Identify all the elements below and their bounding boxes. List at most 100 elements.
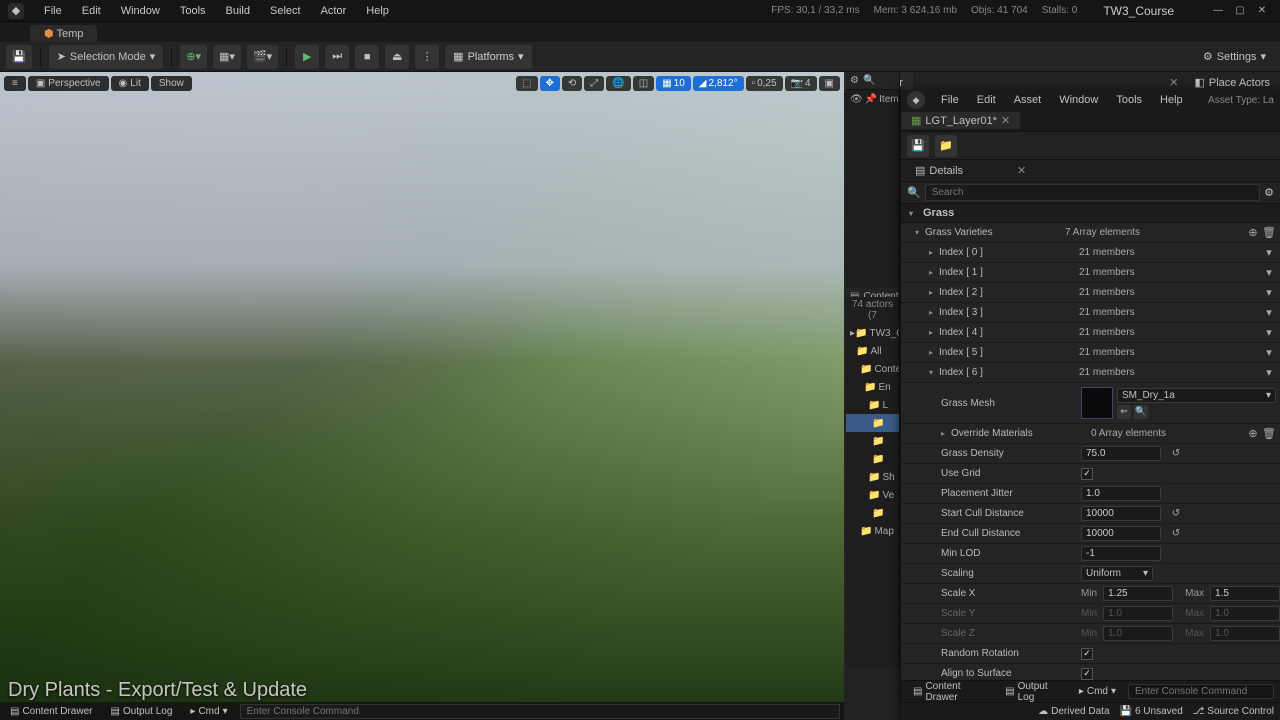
angle-snap-toggle[interactable]: ◢ 2,812° [693, 76, 744, 91]
settings-icon[interactable]: ⚙ [850, 75, 859, 86]
use-selected-button[interactable]: ⇐ [1117, 405, 1131, 419]
array-clear-button[interactable]: 🗑 [1262, 226, 1276, 240]
scaling-dropdown[interactable]: Uniform▾ [1081, 566, 1153, 581]
reset-button[interactable]: ↺ [1169, 507, 1183, 521]
element-menu-button[interactable]: ▾ [1262, 246, 1276, 260]
array-index-row[interactable]: ▸Index [ 2 ]21 members▾ [901, 283, 1280, 303]
cinematics-button[interactable]: 🎬▾ [247, 45, 278, 69]
cb-root-folder[interactable]: ▸📁TW3_Cou [846, 324, 899, 342]
ae-save-button[interactable]: 💾 [907, 135, 929, 157]
mesh-thumbnail[interactable] [1081, 387, 1113, 419]
cb-folder[interactable]: 📁 [846, 450, 899, 468]
play-options-button[interactable]: ⋮ [415, 45, 439, 69]
viewport-perspective-dropdown[interactable]: ▣ Perspective [28, 76, 109, 91]
menu-help[interactable]: Help [356, 5, 399, 17]
viewport-maximize-button[interactable]: ▣ [819, 76, 840, 91]
array-clear-button[interactable]: 🗑 [1262, 427, 1276, 441]
ae-menu-file[interactable]: File [933, 94, 967, 106]
unsaved-button[interactable]: 💾6 Unsaved [1120, 706, 1183, 717]
array-index-row[interactable]: ▸Index [ 3 ]21 members▾ [901, 303, 1280, 323]
ae-browse-button[interactable]: 📁 [935, 135, 957, 157]
transform-rotate-button[interactable]: ⟲ [562, 76, 582, 91]
expand-icon[interactable]: ▸ [941, 429, 951, 438]
ae-menu-asset[interactable]: Asset [1006, 94, 1050, 106]
ae-output-log-button[interactable]: ▤Output Log [999, 679, 1067, 705]
ae-content-drawer-button[interactable]: ▤Content Drawer [907, 679, 993, 705]
element-menu-button[interactable]: ▾ [1262, 366, 1276, 380]
expand-icon[interactable]: ▸ [929, 268, 939, 277]
collapse-icon[interactable]: ▾ [929, 368, 939, 377]
element-menu-button[interactable]: ▾ [1262, 266, 1276, 280]
save-button[interactable]: 💾 [6, 45, 32, 69]
array-index-row-expanded[interactable]: ▾Index [ 6 ]21 members▾ [901, 363, 1280, 383]
level-tab[interactable]: ⬢ Temp [30, 25, 97, 42]
source-control-button[interactable]: ⎇Source Control [1193, 706, 1274, 717]
filter-icon[interactable]: ⚙ [1264, 186, 1274, 199]
outliner-close-button[interactable]: ✕ [1163, 76, 1184, 89]
use-grid-checkbox[interactable] [1081, 468, 1093, 480]
viewport-show-dropdown[interactable]: Show [151, 76, 192, 91]
density-input[interactable] [1081, 446, 1161, 461]
window-maximize-icon[interactable]: ▢ [1230, 3, 1250, 19]
category-grass[interactable]: ▾Grass [901, 204, 1280, 223]
random-rotation-checkbox[interactable] [1081, 648, 1093, 660]
content-drawer-button[interactable]: ▤Content Drawer [4, 705, 98, 718]
window-close-icon[interactable]: ✕ [1252, 3, 1272, 19]
min-lod-input[interactable] [1081, 546, 1161, 561]
cb-folder[interactable]: 📁L [846, 396, 899, 414]
ae-menu-help[interactable]: Help [1152, 94, 1191, 106]
details-tab[interactable]: ▤ Details [907, 164, 971, 177]
scale-x-min-input[interactable] [1103, 586, 1173, 601]
output-log-button[interactable]: ▤Output Log [104, 705, 178, 718]
element-menu-button[interactable]: ▾ [1262, 346, 1276, 360]
cb-folder-selected[interactable]: 📁 [846, 414, 899, 432]
selection-mode-dropdown[interactable]: ➤ Selection Mode ▾ [49, 45, 164, 69]
element-menu-button[interactable]: ▾ [1262, 286, 1276, 300]
details-close-icon[interactable]: ✕ [1017, 164, 1026, 177]
expand-icon[interactable]: ▾ [915, 228, 925, 237]
coord-space-button[interactable]: 🌐 [606, 76, 630, 91]
mesh-asset-dropdown[interactable]: SM_Dry_1a▾ [1117, 388, 1276, 403]
cb-folder[interactable]: 📁Map [846, 522, 899, 540]
transform-scale-button[interactable]: ⤢ [584, 76, 604, 91]
ae-cmd-dropdown[interactable]: ▸Cmd ▾ [1073, 684, 1122, 699]
derived-data-button[interactable]: ☁Derived Data [1038, 706, 1109, 717]
outliner-col-header[interactable]: 👁 📌 Item [846, 90, 899, 108]
marketplace-button[interactable]: ▦▾ [213, 45, 241, 69]
array-index-row[interactable]: ▸Index [ 0 ]21 members▾ [901, 243, 1280, 263]
menu-window[interactable]: Window [111, 5, 170, 17]
array-add-button[interactable]: ⊕ [1246, 427, 1260, 441]
scale-snap-toggle[interactable]: ▫ 0,25 [746, 76, 783, 91]
cb-folder[interactable]: 📁Conte [846, 360, 899, 378]
viewport[interactable]: ≡ ▣ Perspective ◉ Lit Show ⬚ ✥ ⟲ ⤢ 🌐 ◫ ▦… [0, 72, 844, 720]
expand-icon[interactable]: ▸ [929, 248, 939, 257]
details-body[interactable]: ▾Grass ▾ Grass Varieties 7 Array element… [901, 204, 1280, 680]
menu-build[interactable]: Build [216, 5, 260, 17]
cb-folder[interactable]: 📁Ve [846, 486, 899, 504]
surface-snap-button[interactable]: ◫ [633, 76, 654, 91]
ae-menu-edit[interactable]: Edit [969, 94, 1004, 106]
align-surface-checkbox[interactable] [1081, 668, 1093, 680]
tab-close-icon[interactable]: ✕ [1001, 114, 1010, 127]
array-index-row[interactable]: ▸Index [ 5 ]21 members▾ [901, 343, 1280, 363]
transform-select-button[interactable]: ⬚ [516, 76, 537, 91]
cb-folder[interactable]: 📁Sh [846, 468, 899, 486]
cb-folder[interactable]: 📁En [846, 378, 899, 396]
stop-button[interactable]: ■ [355, 45, 379, 69]
array-index-row[interactable]: ▸Index [ 1 ]21 members▾ [901, 263, 1280, 283]
menu-actor[interactable]: Actor [311, 5, 357, 17]
expand-icon[interactable]: ▸ [929, 328, 939, 337]
scale-x-max-input[interactable] [1210, 586, 1280, 601]
details-search-input[interactable] [925, 184, 1260, 201]
camera-speed[interactable]: 📷 4 [785, 76, 817, 91]
asset-tab[interactable]: ▦ LGT_Layer01* ✕ [901, 112, 1020, 129]
prop-grass-varieties[interactable]: ▾ Grass Varieties 7 Array elements ⊕🗑 [901, 223, 1280, 243]
grid-snap-toggle[interactable]: ▦ 10 [656, 76, 691, 91]
array-add-button[interactable]: ⊕ [1246, 226, 1260, 240]
start-cull-input[interactable] [1081, 506, 1161, 521]
expand-icon[interactable]: ▸ [929, 348, 939, 357]
cmd-dropdown[interactable]: ▸Cmd ▾ [184, 705, 233, 718]
transform-move-button[interactable]: ✥ [540, 76, 560, 91]
menu-tools[interactable]: Tools [170, 5, 216, 17]
search-icon[interactable]: 🔍 [863, 75, 875, 86]
